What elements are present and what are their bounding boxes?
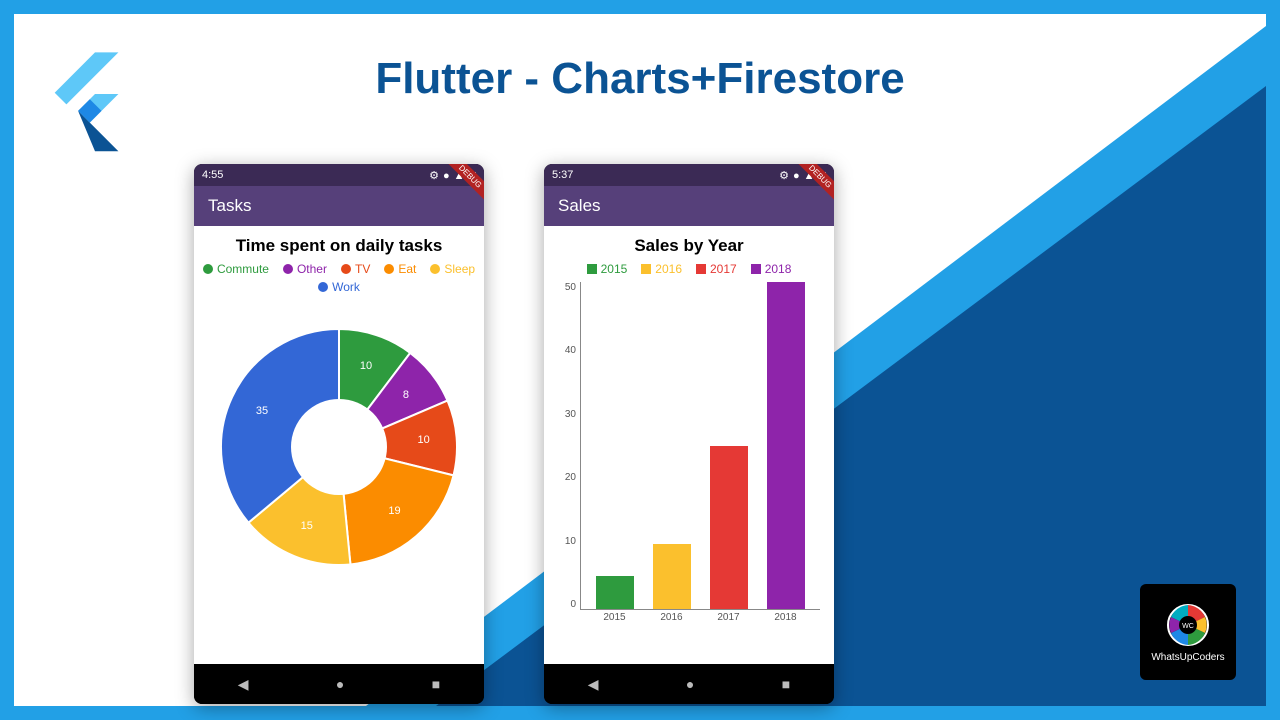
- legend-item: 2017: [696, 262, 737, 276]
- legend-item: 2016: [641, 262, 682, 276]
- app-bar-title: Tasks: [208, 196, 251, 216]
- screen-body: Sales by Year 2015201620172018 504030201…: [544, 226, 834, 664]
- legend-item: Work: [318, 280, 360, 294]
- nav-recent-icon[interactable]: ■: [432, 676, 440, 692]
- nav-recent-icon[interactable]: ■: [782, 676, 790, 692]
- y-axis: 50 40 30 20 10 0: [556, 282, 576, 610]
- x-tick: 2015: [596, 612, 634, 632]
- bar: [710, 446, 748, 610]
- android-nav-bar: ◀ ● ■: [194, 664, 484, 704]
- x-tick: 2017: [710, 612, 748, 632]
- slide-title: Flutter - Charts+Firestore: [14, 54, 1266, 104]
- y-tick: 50: [556, 282, 576, 293]
- nav-back-icon[interactable]: ◀: [588, 676, 599, 693]
- bar-legend: 2015 2016 2017 2018: [552, 262, 826, 276]
- screen-body: Time spent on daily tasks Commute Other TV…: [194, 226, 484, 664]
- bar: [767, 282, 805, 609]
- slice-value: 8: [403, 389, 409, 401]
- app-bar-title: Sales: [558, 196, 601, 216]
- nav-home-icon[interactable]: ●: [686, 676, 694, 692]
- status-bar: 5:37 ⚙●▲ ◢: [544, 164, 834, 186]
- channel-badge: WC WhatsUpCoders: [1140, 584, 1236, 680]
- y-tick: 10: [556, 536, 576, 547]
- donut-hole: [291, 399, 387, 495]
- app-bar: Sales: [544, 186, 834, 226]
- nav-back-icon[interactable]: ◀: [238, 676, 249, 693]
- plot-area: [580, 282, 820, 610]
- android-nav-bar: ◀ ● ■: [544, 664, 834, 704]
- slice-value: 35: [256, 405, 268, 417]
- y-tick: 30: [556, 409, 576, 420]
- nav-home-icon[interactable]: ●: [336, 676, 344, 692]
- legend-item: Commute: [203, 262, 269, 276]
- status-time: 5:37: [552, 169, 573, 181]
- aperture-icon: WC: [1165, 602, 1211, 648]
- phone-mock-sales: DEBUG 5:37 ⚙●▲ ◢ Sales Sales by Year 201…: [544, 164, 834, 704]
- legend-item: Sleep: [430, 262, 475, 276]
- status-bar: 4:55 ⚙●▲ ◢: [194, 164, 484, 186]
- x-tick: 2018: [767, 612, 805, 632]
- slice-value: 10: [418, 434, 430, 446]
- y-tick: 20: [556, 472, 576, 483]
- svg-text:WC: WC: [1182, 623, 1194, 630]
- badge-label: WhatsUpCoders: [1151, 652, 1224, 663]
- y-tick: 0: [556, 599, 576, 610]
- x-tick: 2016: [653, 612, 691, 632]
- pie-legend: Commute Other TV Eat Sleep Work: [202, 262, 476, 294]
- legend-item: TV: [341, 262, 370, 276]
- slide-frame: Flutter - Charts+Firestore DEBUG 4:55 ⚙●…: [0, 0, 1280, 720]
- legend-item: 2018: [751, 262, 792, 276]
- bar: [653, 544, 691, 609]
- app-bar: Tasks: [194, 186, 484, 226]
- status-time: 4:55: [202, 169, 223, 181]
- bar-chart: 50403020100 2015201620172018: [580, 282, 820, 632]
- x-axis: 2015 2016 2017 2018: [580, 612, 820, 632]
- chart-title: Time spent on daily tasks: [202, 236, 476, 256]
- phone-mock-tasks: DEBUG 4:55 ⚙●▲ ◢ Tasks Time spent on dai…: [194, 164, 484, 704]
- bar: [596, 576, 634, 609]
- donut-chart: 10 8 10 19 15 35: [214, 322, 464, 572]
- slice-value: 10: [360, 360, 372, 372]
- legend-item: Eat: [384, 262, 416, 276]
- slice-value: 19: [388, 505, 400, 517]
- slice-value: 15: [301, 520, 313, 532]
- legend-item: Other: [283, 262, 327, 276]
- y-tick: 40: [556, 345, 576, 356]
- legend-item: 2015: [587, 262, 628, 276]
- chart-title: Sales by Year: [552, 236, 826, 256]
